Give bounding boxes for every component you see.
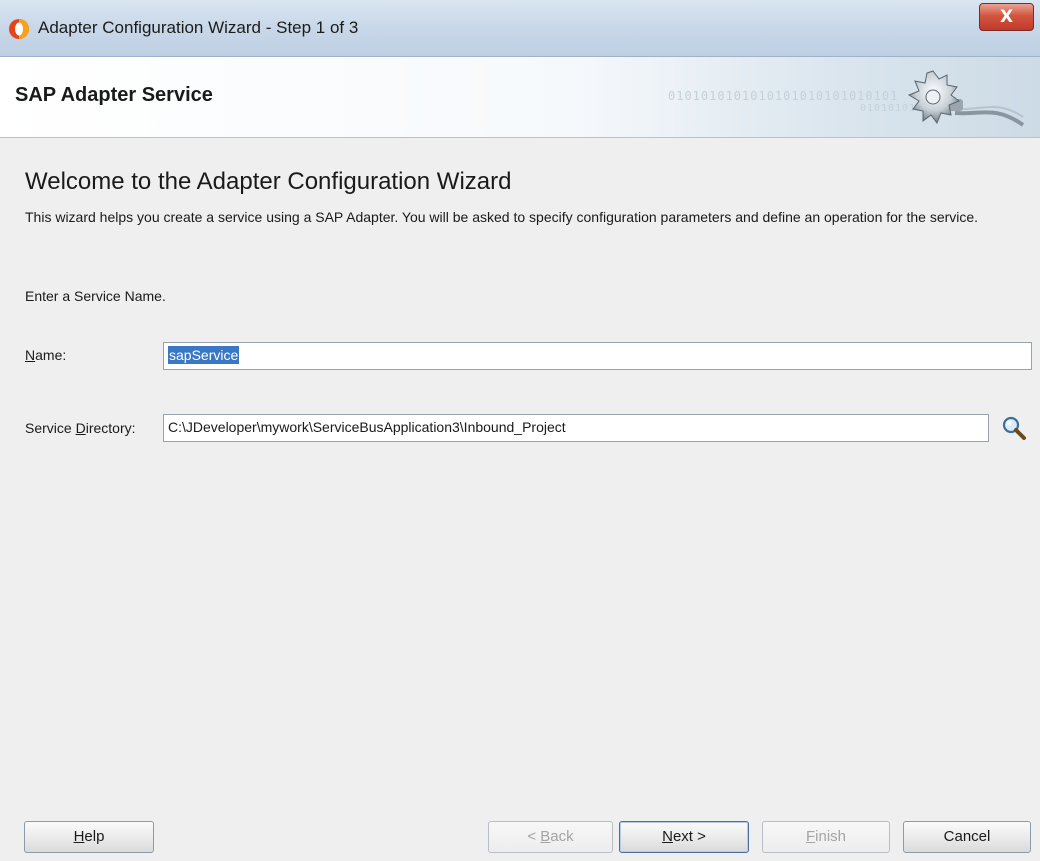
name-label-mnemonic: N (25, 347, 36, 363)
window-title: Adapter Configuration Wizard - Step 1 of… (38, 18, 359, 37)
back-prefix: < (527, 828, 541, 845)
title-bar[interactable]: Adapter Configuration Wizard - Step 1 of… (0, 0, 1040, 57)
dir-label-mnemonic: D (75, 420, 86, 436)
help-button[interactable]: Help (24, 821, 154, 853)
close-button[interactable]: X (979, 3, 1034, 31)
name-input-value: sapService (168, 346, 240, 364)
wizard-description: This wizard helps you create a service u… (25, 209, 979, 225)
next-mnemonic: N (662, 828, 673, 845)
service-directory-value: C:\JDeveloper\mywork\ServiceBusApplicati… (168, 419, 566, 435)
gear-plug-icon (907, 70, 1025, 127)
content-area: Welcome to the Adapter Configuration Wiz… (0, 138, 1040, 778)
binary-decoration: 0101010101010101010101010101 (668, 89, 899, 103)
header-banner: SAP Adapter Service 01010101010101010101… (0, 57, 1040, 138)
back-mnemonic: B (540, 828, 551, 845)
back-button[interactable]: < Back (488, 821, 613, 853)
back-label: ack (550, 828, 574, 845)
name-label: Name: (25, 347, 66, 363)
finish-mnemonic: F (805, 828, 816, 845)
name-label-text: ame: (35, 347, 67, 363)
wizard-window: Adapter Configuration Wizard - Step 1 of… (0, 0, 1040, 861)
finish-label: inish (815, 828, 847, 845)
next-button[interactable]: Next > (619, 821, 749, 853)
dir-label-text: irectory: (85, 420, 136, 436)
finish-button[interactable]: Finish (762, 821, 890, 853)
welcome-heading: Welcome to the Adapter Configuration Wiz… (25, 168, 512, 195)
service-directory-label: Service Directory: (25, 420, 136, 436)
service-directory-input[interactable]: C:\JDeveloper\mywork\ServiceBusApplicati… (163, 414, 989, 442)
browse-search-icon[interactable] (999, 415, 1029, 441)
app-icon (9, 19, 29, 39)
cancel-button[interactable]: Cancel (903, 821, 1031, 853)
help-mnemonic: H (73, 828, 85, 845)
next-label: ext > (672, 828, 706, 845)
help-label: elp (84, 828, 105, 845)
dir-label-prefix: Service (25, 420, 76, 436)
service-title: SAP Adapter Service (15, 84, 213, 106)
name-input[interactable]: sapService (163, 342, 1032, 370)
service-name-prompt: Enter a Service Name. (25, 288, 166, 304)
